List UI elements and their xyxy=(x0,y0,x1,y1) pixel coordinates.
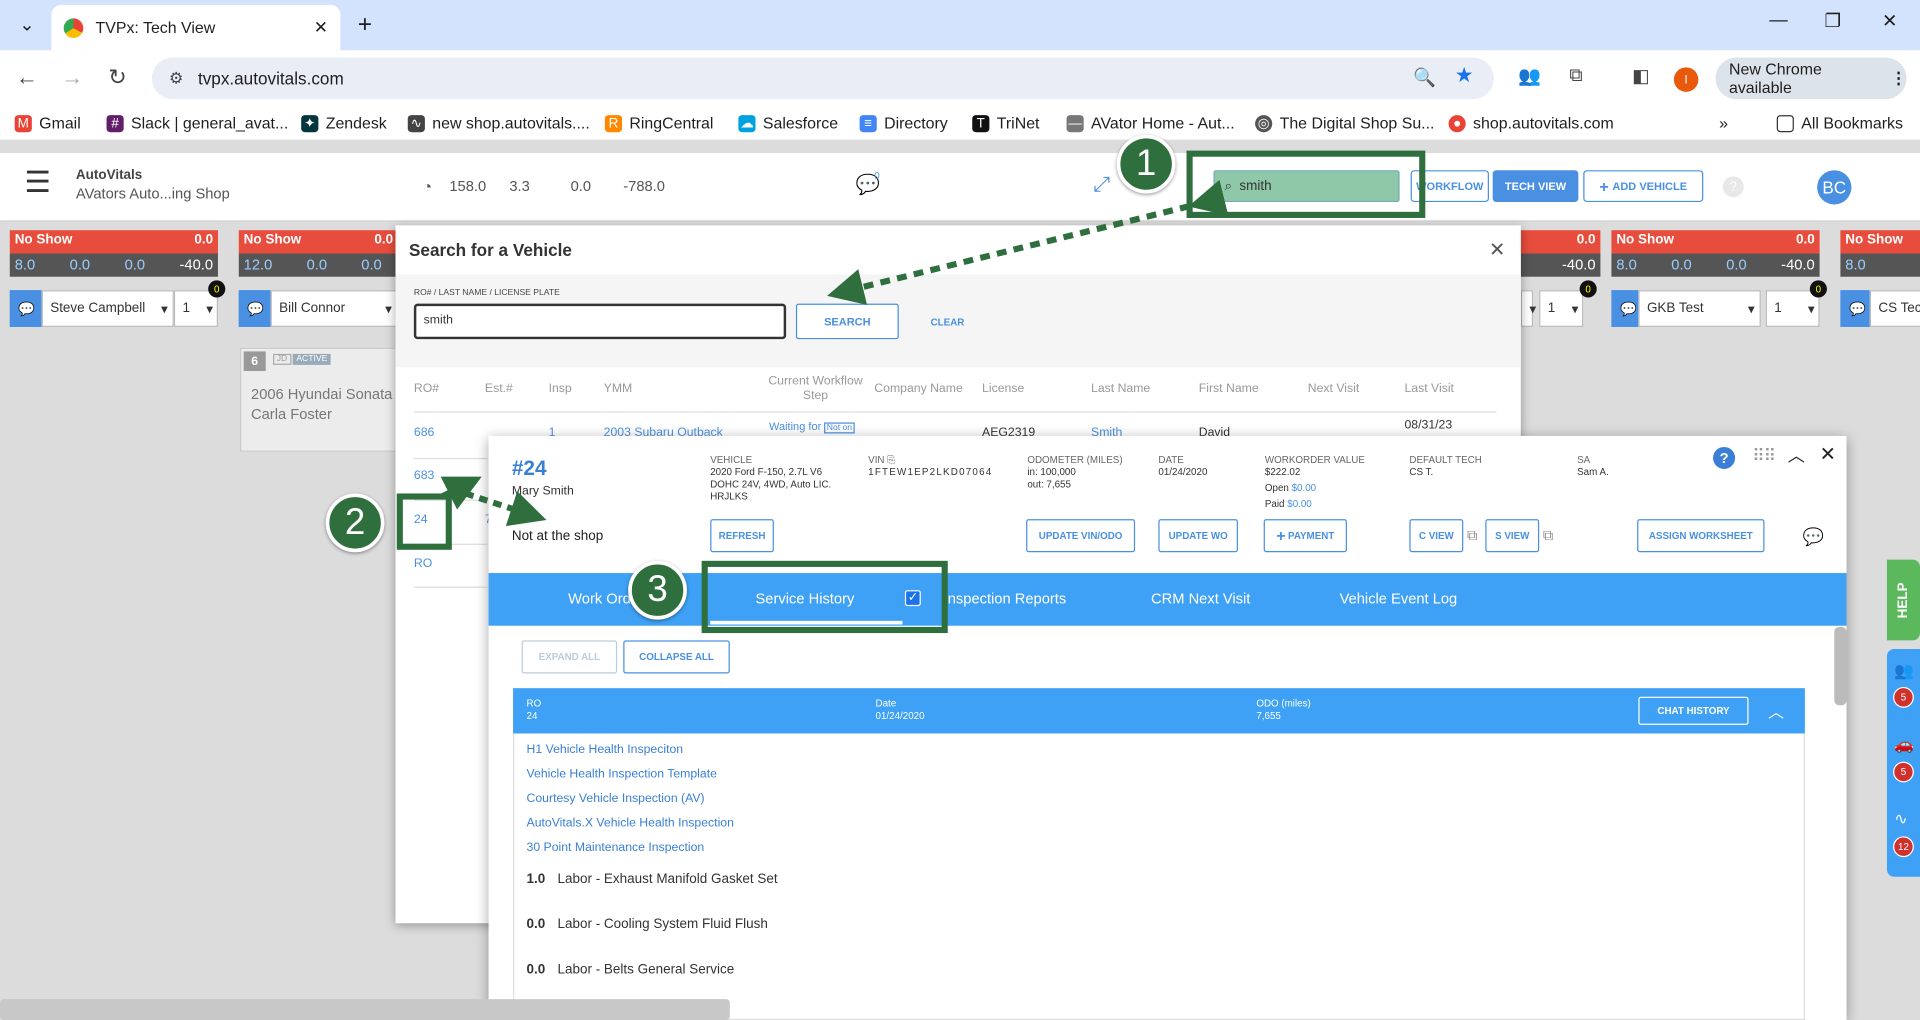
arrow-search-to-input xyxy=(827,179,1229,305)
annotation-arrows xyxy=(439,179,1229,527)
arrow-ro-up xyxy=(439,476,482,510)
arrow-ro-to-panel xyxy=(464,490,547,527)
app-root: ⌄ TVPx: Tech View ✕ + — ❐ ✕ ← → ↻ ⚙ tvpx… xyxy=(0,0,1920,1020)
